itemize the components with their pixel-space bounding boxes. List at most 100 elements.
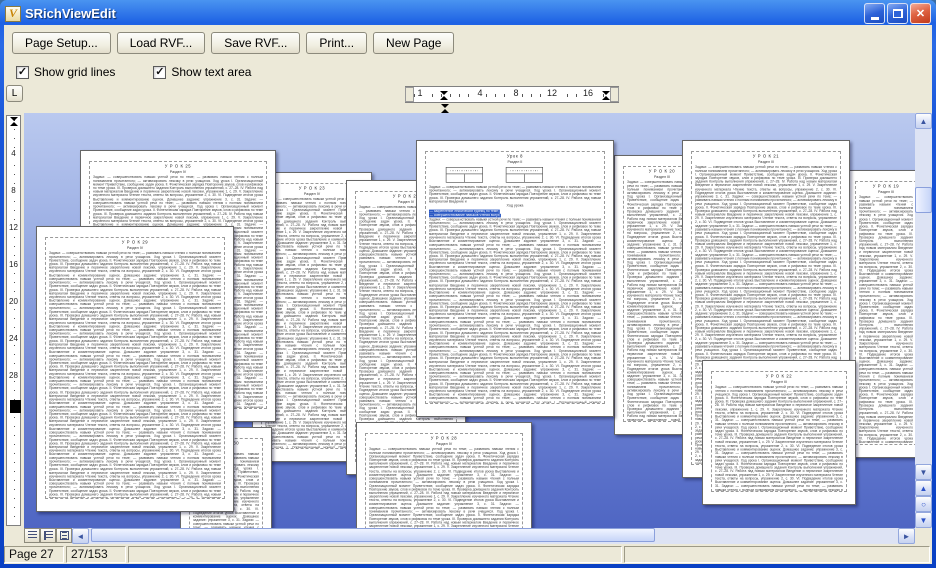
status-panel xyxy=(128,546,622,563)
ruler-number: 12 xyxy=(545,88,559,98)
restore-icon xyxy=(893,9,903,18)
first-line-indent-marker[interactable] xyxy=(441,104,449,113)
close-icon: ✕ xyxy=(916,7,925,20)
ruler-number: 4 xyxy=(475,88,484,98)
scroll-up-button[interactable]: ▲ xyxy=(915,113,932,129)
view-mode-buttons xyxy=(24,528,72,543)
page-heading: Ход урока xyxy=(429,204,601,209)
minimize-button[interactable] xyxy=(864,3,885,24)
bottom-margin-marker[interactable] xyxy=(10,400,21,413)
show-grid-lines-checkbox[interactable]: ✓ Show grid lines xyxy=(16,65,115,79)
ruler-number: 8 xyxy=(511,88,520,98)
selected-line: — совершенствование навыков чтения вслух… xyxy=(429,214,501,218)
toolbar-button-page-setup[interactable]: Page Setup... xyxy=(12,32,111,54)
toolbar-button-load-rvf[interactable]: Load RVF... xyxy=(117,32,205,54)
page-text-area: У Р О К 22Раздел IIIЗадачи: — совершенст… xyxy=(711,371,847,492)
page-text-area: У Р О К 19Раздел IIIЗадачи: — совершенст… xyxy=(855,181,915,445)
previous-page-icon: ▲ xyxy=(920,484,928,493)
scroll-right-button[interactable]: ► xyxy=(898,528,915,544)
inserted-tables-row xyxy=(446,167,601,183)
page-content: У Р О К 28Раздел IVЗадачи: — совершенств… xyxy=(366,434,522,528)
app-window: V SRichViewEdit ✕ Page Setup... Load RVF.… xyxy=(0,0,936,568)
document-page[interactable]: У Р О К 28Раздел IVЗадачи: — совершенств… xyxy=(356,422,532,528)
document-page[interactable]: У Р О К 29Раздел IVЗадачи: — совершенств… xyxy=(36,226,234,512)
page-subheading: Раздел IV xyxy=(265,192,359,197)
table-divider xyxy=(464,174,465,182)
vertical-scroll-thumb[interactable] xyxy=(915,187,932,213)
page-subheading: Раздел III xyxy=(695,160,837,165)
vertical-scrollbar: ▲ ▼ ▲ ○ ▼ xyxy=(915,113,932,528)
toolbar-button-print[interactable]: Print... xyxy=(306,32,367,54)
normal-view-button[interactable] xyxy=(40,528,56,543)
show-grid-lines-label: Show grid lines xyxy=(34,65,115,79)
status-page-label: Page 27 xyxy=(4,546,64,563)
app-icon: V xyxy=(5,6,21,22)
vertical-ruler-strip: 481216202428 xyxy=(6,115,21,526)
page-subheading: Раздел IV xyxy=(49,246,221,251)
selected-text[interactable]: — закрепление лексических единиц по теме… xyxy=(429,210,601,217)
check-icon: ✓ xyxy=(155,67,164,78)
ruler-right-cap xyxy=(610,87,619,102)
close-button[interactable]: ✕ xyxy=(910,3,931,24)
page-subheading: Раздел III xyxy=(715,380,843,385)
right-arrow-icon: ► xyxy=(903,532,911,541)
ruler-corner-button[interactable]: L xyxy=(6,85,23,102)
right-margin-marker[interactable] xyxy=(602,91,610,100)
top-margin-marker[interactable] xyxy=(10,117,18,126)
vertical-ruler: 481216202428 xyxy=(4,113,24,528)
ruler-number: 12 xyxy=(9,222,18,233)
scroll-left-button[interactable]: ◄ xyxy=(72,528,89,544)
page-content: Урок 8Раздел IIЗадачи: — совершенствоват… xyxy=(426,152,604,403)
page-content: У Р О К 19Раздел IIIЗадачи: — совершенст… xyxy=(856,182,915,444)
page-paragraph: Задачи: — совершенствовать навыки устной… xyxy=(429,186,601,204)
page-paragraph: Задачи: — совершенствовать навыки устной… xyxy=(369,448,519,528)
page-paragraph: Задачи: — совершенствовать навыки устной… xyxy=(429,218,601,404)
ruler-number: 4 xyxy=(11,148,15,159)
horizontal-scroll-track[interactable] xyxy=(89,528,898,544)
page-text-area: У Р О К 29Раздел IVЗадачи: — совершенств… xyxy=(45,237,225,499)
check-icon: ✓ xyxy=(18,67,27,78)
toolbar-button-new-page[interactable]: New Page xyxy=(373,32,454,54)
scroll-down-button[interactable]: ▼ xyxy=(915,464,932,480)
horizontal-ruler: 1481216 xyxy=(405,86,619,103)
status-panel xyxy=(624,546,930,563)
page-layout-view-button[interactable] xyxy=(56,528,72,543)
page-paragraph: Задачи: — совершенствовать навыки устной… xyxy=(859,196,913,445)
restore-button[interactable] xyxy=(887,3,908,24)
inserted-table[interactable] xyxy=(506,167,543,183)
page-subheading: Раздел II xyxy=(429,160,601,165)
ruler-left-cap xyxy=(405,87,414,102)
scrollbar-corner xyxy=(915,528,932,544)
ruler-number: 24 xyxy=(9,333,18,344)
page-content: У Р О К 22Раздел IIIЗадачи: — совершенст… xyxy=(712,372,846,491)
document-page[interactable]: У Р О К 19Раздел IIIЗадачи: — совершенст… xyxy=(846,170,915,458)
page-layout-view-icon xyxy=(60,531,69,540)
document-page[interactable]: У Р О К 22Раздел IIIЗадачи: — совершенст… xyxy=(702,360,856,505)
up-arrow-icon: ▲ xyxy=(920,117,928,126)
ruler-ticks xyxy=(14,120,15,521)
browse-object-button[interactable]: ○ xyxy=(915,496,932,512)
status-bar: Page 2727/153 xyxy=(4,544,932,564)
bottom-row: ◄ ► xyxy=(4,528,932,544)
browse-object-icon: ○ xyxy=(921,500,926,509)
ruler-number: 16 xyxy=(581,88,595,98)
page-subheading: Раздел IV xyxy=(369,442,519,447)
page-paragraph: Задачи: — совершенствовать навыки устной… xyxy=(265,198,359,449)
client-area: Page Setup... Load RVF... Save RVF... Print… xyxy=(4,25,932,564)
horizontal-scroll-thumb[interactable] xyxy=(91,528,655,542)
document-canvas[interactable]: У Р О К 25Раздел IVЗадачи: — совершенств… xyxy=(24,113,915,528)
left-margin-marker[interactable] xyxy=(440,91,448,100)
next-page-button[interactable]: ▼ xyxy=(915,512,932,528)
vertical-scroll-track[interactable] xyxy=(915,129,932,464)
toolbar-button-save-rvf[interactable]: Save RVF... xyxy=(211,32,300,54)
document-page-active[interactable]: Урок 8Раздел IIЗадачи: — совершенствоват… xyxy=(416,140,614,417)
inserted-table[interactable] xyxy=(446,167,483,183)
page-paragraph: Задачи: — совершенствовать навыки устной… xyxy=(715,386,843,492)
ruler-number: 8 xyxy=(11,185,15,196)
draft-view-button[interactable] xyxy=(24,528,40,543)
title-bar[interactable]: V SRichViewEdit ✕ xyxy=(0,0,936,25)
checkbox-box: ✓ xyxy=(153,66,166,79)
previous-page-button[interactable]: ▲ xyxy=(915,480,932,496)
show-text-area-checkbox[interactable]: ✓ Show text area xyxy=(153,65,251,79)
ruler-number: 20 xyxy=(9,296,18,307)
